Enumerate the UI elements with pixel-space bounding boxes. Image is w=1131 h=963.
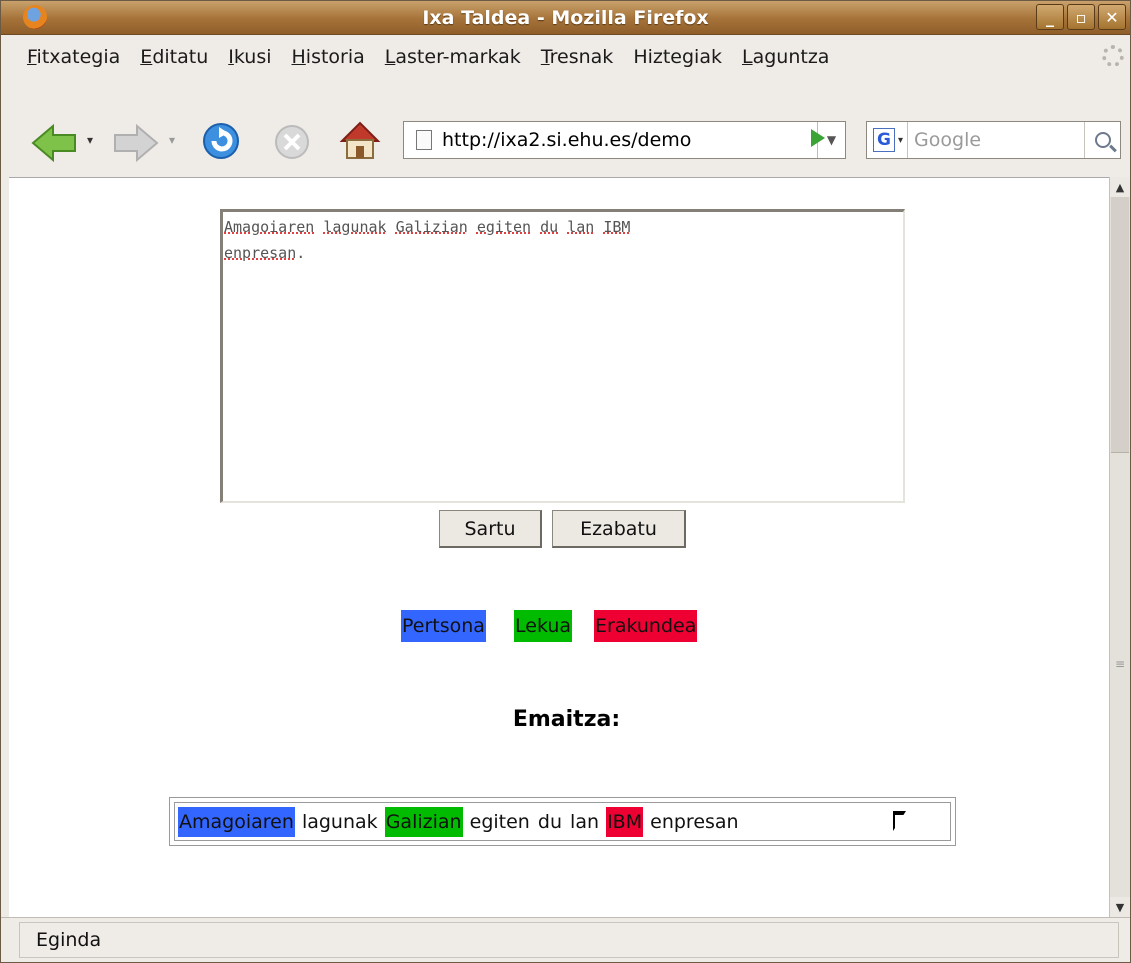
window-controls: _ ▫ ✕ (1036, 4, 1126, 30)
result-token: enpresan (650, 810, 739, 833)
go-arrow-icon[interactable] (811, 129, 825, 147)
scrollbar-thumb[interactable] (1111, 197, 1129, 453)
result-box: Amagoiaren lagunak Galizian egiten du la… (169, 797, 956, 846)
result-token: lan (570, 810, 600, 833)
legend-erakundea: Erakundea (594, 610, 698, 642)
submit-button[interactable]: Sartu (439, 510, 542, 548)
navigation-toolbar: ▾ ▾ http://ixa2.si.ehu.es/demo ▼ G ▾ Goo… (1, 79, 1130, 177)
reload-icon[interactable] (201, 121, 241, 161)
entity-pertsona: Amagoiaren (178, 806, 295, 837)
menu-tresnak[interactable]: Tresnak (541, 46, 614, 68)
search-box[interactable]: G ▾ Google (866, 121, 1121, 159)
magnifier-icon (1094, 132, 1111, 148)
browser-window: Ixa Taldea - Mozilla Firefox _ ▫ ✕ Fitxa… (0, 0, 1131, 963)
clear-button[interactable]: Ezabatu (552, 510, 686, 548)
scroll-down-icon[interactable]: ▼ (1110, 897, 1130, 917)
search-button[interactable] (1084, 122, 1120, 158)
result-token: du (537, 810, 562, 833)
url-bar[interactable]: http://ixa2.si.ehu.es/demo ▼ (403, 121, 846, 159)
menu-fitxategia[interactable]: Fitxategia (27, 46, 120, 68)
forward-history-dropdown-icon[interactable]: ▾ (169, 133, 175, 147)
throbber-icon (1102, 45, 1124, 67)
minimize-button[interactable]: _ (1036, 4, 1064, 30)
back-history-dropdown-icon[interactable]: ▾ (87, 133, 93, 147)
menu-laster-markak[interactable]: Laster-markak (385, 46, 521, 68)
back-arrow-icon[interactable] (31, 123, 79, 163)
close-button[interactable]: ✕ (1098, 4, 1126, 30)
scrollbar-grip-icon: ≡ (1115, 657, 1126, 671)
title-bar[interactable]: Ixa Taldea - Mozilla Firefox _ ▫ ✕ (1, 1, 1130, 35)
result-heading: Emaitza: (512, 707, 621, 732)
mouse-pointer-fill (895, 815, 904, 829)
legend-pertsona: Pertsona (401, 610, 486, 642)
window-title: Ixa Taldea - Mozilla Firefox (422, 7, 709, 29)
maximize-button[interactable]: ▫ (1067, 4, 1095, 30)
home-icon[interactable] (338, 119, 382, 161)
search-input[interactable]: Google (907, 122, 1084, 158)
forward-arrow-icon[interactable] (111, 123, 159, 163)
menu-editatu[interactable]: Editatu (140, 46, 208, 68)
url-input[interactable]: http://ixa2.si.ehu.es/demo (442, 129, 817, 151)
stop-icon[interactable] (273, 123, 311, 161)
status-bar: Eginda (1, 917, 1130, 962)
menu-ikusi[interactable]: Ikusi (228, 46, 271, 68)
menu-laguntza[interactable]: Laguntza (742, 46, 829, 68)
legend-lekua: Lekua (514, 610, 573, 642)
entity-erakundea: IBM (606, 806, 644, 837)
google-engine-icon[interactable]: G (873, 128, 895, 152)
vertical-scrollbar[interactable]: ▲ ≡ ▼ (1109, 177, 1130, 917)
status-text: Eginda (19, 922, 1119, 958)
result-text: Amagoiaren lagunak Galizian egiten du la… (174, 802, 951, 841)
menu-historia[interactable]: Historia (292, 46, 365, 68)
menu-bar: Fitxategia Editatu Ikusi Historia Laster… (1, 36, 1130, 78)
menu-hiztegiak[interactable]: Hiztegiak (633, 46, 722, 68)
result-token: lagunak (301, 810, 378, 833)
scroll-up-icon[interactable]: ▲ (1110, 177, 1130, 197)
result-token: egiten (469, 810, 530, 833)
entity-lekua: Galizian (384, 806, 463, 837)
input-textarea[interactable]: Amagoiaren lagunak Galizian egiten du la… (220, 209, 905, 503)
search-engine-dropdown-icon[interactable]: ▾ (898, 135, 903, 146)
page-icon (416, 130, 432, 150)
